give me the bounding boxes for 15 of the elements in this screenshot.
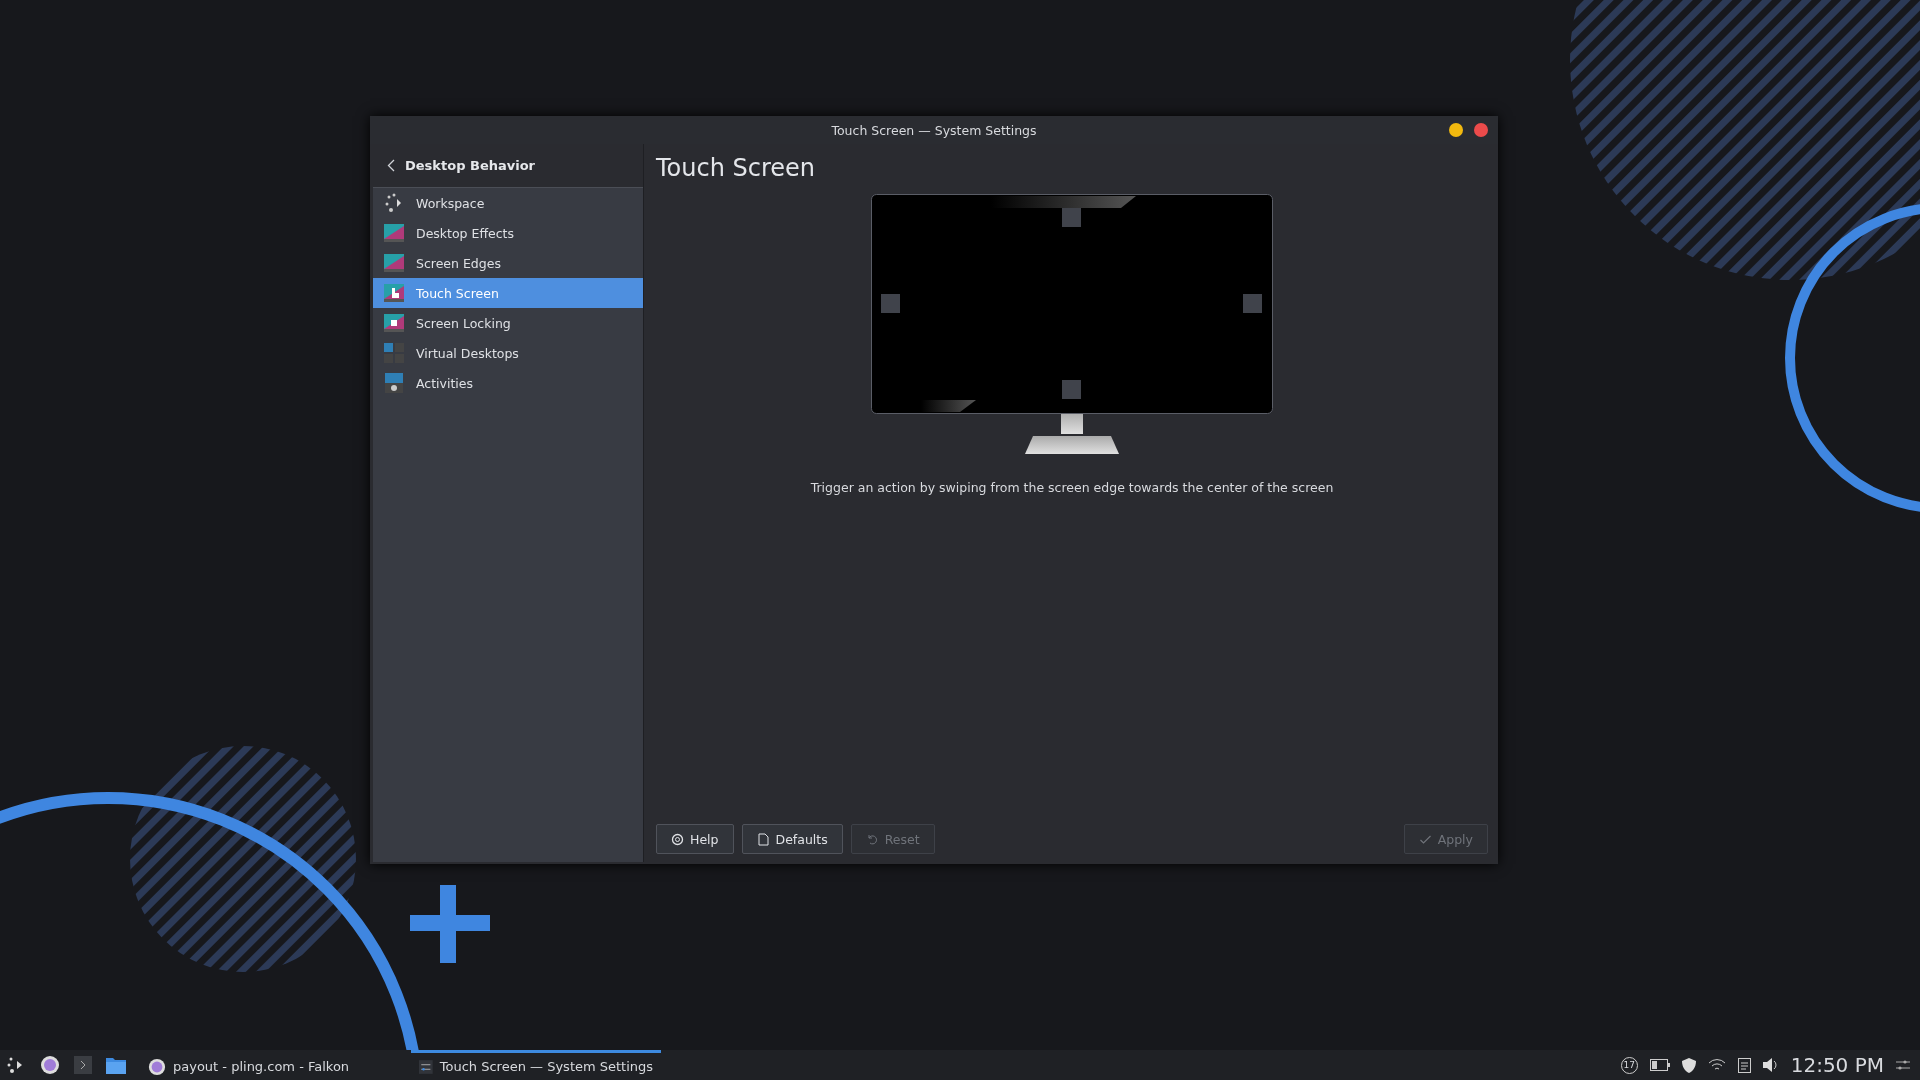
page-heading: Touch Screen xyxy=(656,154,817,182)
sidebar-item[interactable]: Desktop Effects xyxy=(373,218,643,248)
sidebar-item[interactable]: Screen Edges xyxy=(373,248,643,278)
back-button[interactable]: Desktop Behavior xyxy=(373,144,643,188)
clock[interactable]: 12:50 PM xyxy=(1790,1053,1884,1077)
description-text: Trigger an action by swiping from the screen edge towards the center of the screen xyxy=(810,480,1334,495)
defaults-button[interactable]: Defaults xyxy=(741,824,843,854)
sidebar-item[interactable]: Virtual Desktops xyxy=(373,338,643,368)
window-title: Touch Screen — System Settings xyxy=(831,122,1037,138)
taskbar-task[interactable]: Touch Screen — System Settings xyxy=(411,1050,662,1080)
sidebar-item[interactable]: Activities xyxy=(373,368,643,398)
sidebar-item[interactable]: Workspace xyxy=(373,188,643,218)
sidebar-item[interactable]: Screen Locking xyxy=(373,308,643,338)
help-button[interactable]: Help xyxy=(656,824,734,854)
taskbar-task[interactable]: payout - pling.com - Falkon xyxy=(140,1050,358,1080)
